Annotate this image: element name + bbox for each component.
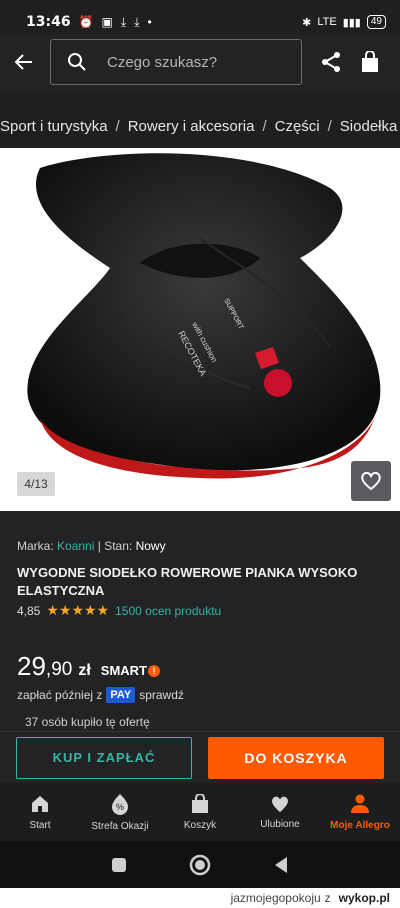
nav-label: Moje Allegro: [330, 819, 390, 831]
shopping-bag-icon[interactable]: [360, 51, 380, 73]
product-info: Marka: Koanni | Stan: Nowy WYGODNE SIODE…: [0, 511, 400, 731]
nav-start[interactable]: Start: [0, 783, 80, 841]
smart-badge: SMART !: [100, 663, 161, 678]
nav-label: Strefa Okazji: [91, 820, 149, 832]
discount-tag-icon: %: [112, 793, 128, 815]
watermark-bar: jazmojegopokoju z wykop.pl: [0, 888, 400, 908]
download-icon-2: ⤓: [134, 14, 140, 29]
bluetooth-icon: ✱: [302, 16, 312, 29]
add-to-cart-button[interactable]: DO KOSZYKA: [208, 736, 384, 779]
status-time: 13:46: [26, 14, 71, 30]
breadcrumb-separator: /: [115, 117, 120, 135]
image-counter: 4/13: [17, 472, 55, 496]
brand-label: Marka:: [17, 539, 54, 553]
condition-value: Nowy: [135, 539, 166, 553]
rating-value: 4,85: [17, 603, 41, 618]
signal-icon: ▮▮▮: [342, 16, 361, 29]
action-bar: KUP I ZAPŁAĆ DO KOSZYKA: [0, 731, 400, 783]
pay-later-info: zapłać później z PAY sprawdź: [17, 687, 184, 703]
watermark-separator: z: [324, 891, 331, 905]
app-icon: ▣: [101, 15, 113, 29]
product-rating[interactable]: 4,85 ★★★★★ 1500 ocen produktu: [17, 602, 221, 619]
pay-later-check-link[interactable]: sprawdź: [139, 688, 184, 702]
breadcrumb-item[interactable]: Rowery i akcesoria: [128, 118, 255, 135]
breadcrumb-item[interactable]: Części: [275, 118, 320, 135]
product-gallery[interactable]: RECOTEKA with cushion SUPPORT 4/13: [0, 148, 400, 511]
system-nav-bar: [0, 841, 400, 888]
svg-text:%: %: [116, 802, 124, 812]
product-price: 29 ,90 zł SMART !: [17, 651, 161, 682]
condition-label: | Stan:: [97, 539, 133, 553]
nav-strefa-okazji[interactable]: % Strefa Okazji: [80, 783, 160, 841]
header: Czego szukasz?: [0, 34, 400, 90]
nav-moje-allegro[interactable]: Moje Allegro: [320, 783, 400, 841]
rating-count-link[interactable]: 1500 ocen produktu: [115, 604, 221, 618]
smart-label: SMART: [100, 663, 148, 678]
breadcrumb-item[interactable]: Sport i turystyka: [0, 118, 108, 135]
pay-badge: PAY: [106, 687, 136, 703]
watermark-user: jazmojegopokoju: [230, 891, 321, 905]
heart-icon: [272, 796, 288, 812]
nav-label: Ulubione: [260, 818, 300, 830]
search-icon: [68, 53, 86, 71]
product-meta: Marka: Koanni | Stan: Nowy: [17, 539, 166, 553]
price-currency: zł: [78, 662, 91, 679]
rating-stars-icon: ★★★★★: [46, 602, 110, 618]
search-input[interactable]: Czego szukasz?: [50, 39, 302, 85]
breadcrumb: Sport i turystyka / Rowery i akcesoria /…: [0, 104, 400, 148]
wykop-logo: wykop.pl: [338, 891, 390, 905]
recents-icon[interactable]: [111, 857, 127, 873]
price-integer: 29: [17, 651, 46, 681]
favorite-button[interactable]: [351, 461, 391, 501]
download-icon: ⤓: [120, 14, 127, 29]
heart-icon: [361, 471, 381, 491]
nav-koszyk[interactable]: Koszyk: [160, 783, 240, 841]
notification-icons: ⏰ ▣ ⤓ ⤓ •: [79, 15, 152, 30]
dot-icon: •: [147, 15, 152, 29]
home-icon: [32, 795, 48, 812]
buy-now-button[interactable]: KUP I ZAPŁAĆ: [16, 736, 192, 779]
battery-icon: 49: [366, 15, 386, 29]
home-button-icon[interactable]: [189, 854, 211, 876]
brand-link[interactable]: Koanni: [57, 539, 94, 553]
back-arrow-icon[interactable]: [12, 50, 36, 74]
smart-icon: !: [148, 664, 161, 677]
nav-label: Koszyk: [183, 819, 217, 831]
user-icon: [351, 794, 369, 813]
nav-label: Start: [29, 819, 51, 831]
breadcrumb-separator: /: [327, 117, 332, 135]
bicycle-saddle-image: RECOTEKA with cushion SUPPORT: [27, 153, 381, 479]
breadcrumb-item[interactable]: Siodełka: [340, 118, 398, 135]
network-label: LTE: [317, 16, 337, 28]
share-icon[interactable]: [320, 51, 342, 73]
cart-bag-icon: [192, 793, 208, 813]
back-triangle-icon[interactable]: [273, 856, 289, 874]
product-title: WYGODNE SIODEŁKO ROWEROWE PIANKA WYSOKO …: [17, 565, 358, 598]
alarm-icon: ⏰: [78, 15, 94, 29]
price-decimal: ,90: [45, 659, 73, 680]
bottom-nav: Start % Strefa Okazji Koszyk Ulubione Mo…: [0, 783, 400, 841]
search-placeholder: Czego szukasz?: [107, 53, 218, 71]
pay-later-text: zapłać później z: [17, 688, 103, 702]
nav-ulubione[interactable]: Ulubione: [240, 783, 320, 841]
bought-count: 37 osób kupiło tę ofertę: [25, 715, 150, 729]
breadcrumb-separator: /: [262, 117, 267, 135]
status-right: ✱ LTE ▮▮▮ 49: [302, 15, 386, 29]
